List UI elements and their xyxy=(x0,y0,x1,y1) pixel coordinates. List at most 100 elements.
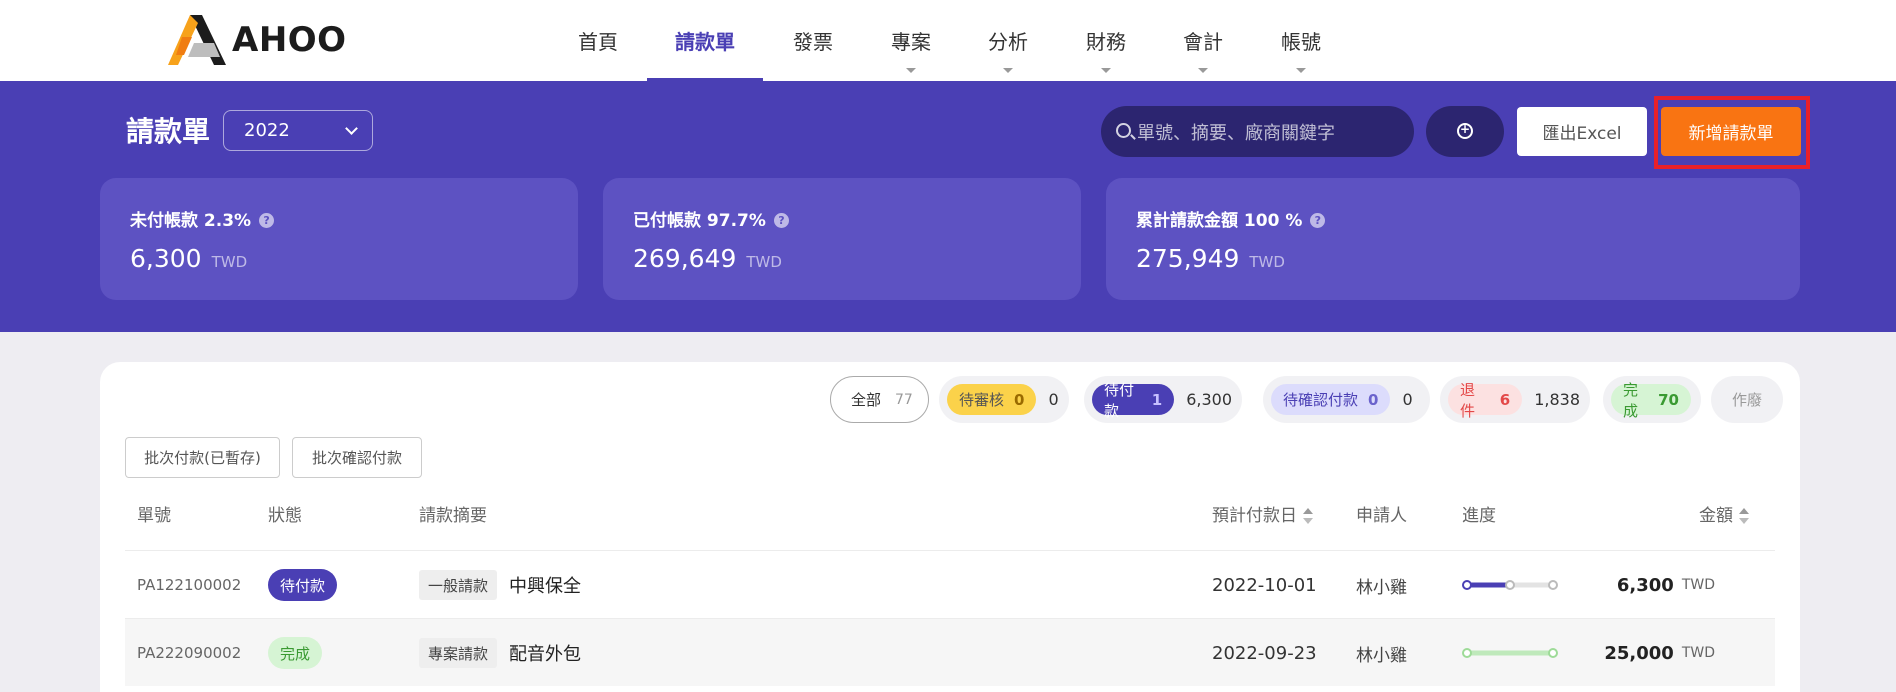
table-row[interactable]: PA122100002 待付款 一般請款 中興保全 2022-10-01 林小雞… xyxy=(125,550,1775,618)
search-input[interactable]: 單號、摘要、廠商關鍵字 xyxy=(1101,106,1414,157)
stat-label-text: 未付帳款 2.3% xyxy=(130,211,252,231)
sort-icon xyxy=(1739,508,1749,524)
filter-count: 6 xyxy=(1499,390,1511,409)
row-summary: 一般請款 中興保全 xyxy=(419,551,581,619)
chevron-down-icon xyxy=(345,122,358,135)
category-tag: 專案請款 xyxy=(419,638,498,668)
row-status: 待付款 xyxy=(268,551,338,619)
nav-account-label: 帳號 xyxy=(1281,30,1321,54)
stat-label: 累計請款金額 100 %? xyxy=(1136,206,1326,231)
filter-amount: 6,300 xyxy=(1186,390,1232,409)
caret-down-icon xyxy=(1198,68,1208,73)
summary-text: 配音外包 xyxy=(509,644,582,665)
table-row[interactable]: PA222090002 完成 專案請款 配音外包 2022-09-23 林小雞 … xyxy=(125,618,1775,686)
nav-analysis-label: 分析 xyxy=(988,30,1028,54)
filter-pending-payment-pill: 待付款 1 xyxy=(1092,381,1175,420)
top-navbar: AHOO 首頁 請款單 發票 專案 分析 財務 會計 帳號 xyxy=(0,0,1896,81)
column-header-progress: 進度 xyxy=(1462,506,1496,526)
filter-pending-confirm-pill: 待確認付款 0 xyxy=(1271,384,1391,415)
amount-unit: TWD xyxy=(1681,645,1715,661)
amount-value: 6,300 xyxy=(1616,574,1674,596)
nav-account[interactable]: 帳號 xyxy=(1243,0,1359,81)
brand-name: AHOO xyxy=(232,20,347,60)
column-header-status: 狀態 xyxy=(268,506,302,526)
filter-done-pill: 完成 70 xyxy=(1611,381,1691,420)
filter-returned[interactable]: 退件 6 1,838 xyxy=(1440,376,1590,423)
stat-value: 6,300 TWD xyxy=(130,244,247,273)
page-title: 請款單 xyxy=(126,115,211,148)
row-due-date: 2022-09-23 xyxy=(1212,642,1317,664)
row-applicant: 林小雞 xyxy=(1356,577,1407,598)
search-icon xyxy=(1116,123,1131,138)
column-header-applicant: 申請人 xyxy=(1356,506,1407,526)
help-icon[interactable]: ? xyxy=(1310,213,1326,228)
stat-unit: TWD xyxy=(746,253,782,271)
filter-pending-review[interactable]: 待審核 0 0 xyxy=(939,376,1069,423)
stat-value: 275,949 TWD xyxy=(1136,244,1285,273)
filter-all-count: 77 xyxy=(895,391,913,408)
row-id[interactable]: PA222090002 xyxy=(137,619,241,687)
stat-card-paid: 已付帳款 97.7%? 269,649 TWD xyxy=(603,178,1081,300)
caret-down-icon xyxy=(1003,68,1013,73)
nav-home[interactable]: 首頁 xyxy=(540,0,656,81)
nav-payment-requests-label: 請款單 xyxy=(675,30,735,54)
row-due-date: 2022-10-01 xyxy=(1212,574,1317,596)
brand-logo[interactable]: AHOO xyxy=(168,14,347,66)
filter-label: 待確認付款 xyxy=(1283,391,1359,409)
status-badge: 待付款 xyxy=(268,569,338,601)
column-header-summary: 請款摘要 xyxy=(419,506,487,526)
year-select-value: 2022 xyxy=(244,120,290,141)
filter-all-label: 全部 xyxy=(851,391,882,409)
filter-count: 0 xyxy=(1014,390,1025,409)
stat-label-text: 已付帳款 97.7% xyxy=(633,211,766,231)
nav-payment-requests[interactable]: 請款單 xyxy=(647,0,763,81)
stat-label-text: 累計請款金額 100 % xyxy=(1136,211,1303,231)
filter-amount: 1,838 xyxy=(1534,390,1580,409)
stat-card-unpaid: 未付帳款 2.3%? 6,300 TWD xyxy=(100,178,578,300)
stat-label: 未付帳款 2.3%? xyxy=(130,206,275,231)
filter-count: 1 xyxy=(1151,390,1163,409)
filter-pending-review-pill: 待審核 0 xyxy=(947,384,1037,415)
row-summary: 專案請款 配音外包 xyxy=(419,619,581,687)
row-amount: 6,300 TWD xyxy=(1545,551,1715,619)
stat-card-total: 累計請款金額 100 %? 275,949 TWD xyxy=(1106,178,1800,300)
stat-amount: 269,649 xyxy=(633,244,737,273)
search-placeholder: 單號、摘要、廠商關鍵字 xyxy=(1137,122,1335,144)
filter-returned-pill: 退件 6 xyxy=(1448,381,1523,420)
row-status: 完成 xyxy=(268,619,323,687)
help-icon[interactable]: ? xyxy=(773,213,789,228)
status-badge: 完成 xyxy=(268,637,323,669)
new-payment-request-button[interactable]: 新增請款單 xyxy=(1661,107,1801,156)
category-tag: 一般請款 xyxy=(419,570,498,600)
help-icon[interactable]: ? xyxy=(259,213,275,228)
nav-finance-label: 財務 xyxy=(1086,30,1126,54)
column-header-id: 單號 xyxy=(137,506,171,526)
filter-pending-payment[interactable]: 待付款 1 6,300 xyxy=(1084,376,1242,423)
row-amount: 25,000 TWD xyxy=(1545,619,1715,687)
row-applicant: 林小雞 xyxy=(1356,645,1407,666)
stat-amount: 275,949 xyxy=(1136,244,1240,273)
batch-pay-button[interactable]: 批次付款(已暫存) xyxy=(125,437,280,478)
caret-down-icon xyxy=(906,68,916,73)
filter-done[interactable]: 完成 70 xyxy=(1603,376,1701,423)
row-id[interactable]: PA122100002 xyxy=(137,551,241,619)
filter-void-label: 作廢 xyxy=(1731,391,1762,409)
year-select[interactable]: 2022 xyxy=(223,110,373,151)
search-button[interactable] xyxy=(1426,106,1504,157)
nav-accounting-label: 會計 xyxy=(1183,30,1223,54)
filter-label: 退件 xyxy=(1460,380,1476,420)
batch-confirm-button[interactable]: 批次確認付款 xyxy=(292,437,422,478)
caret-down-icon xyxy=(1296,68,1306,73)
filter-void[interactable]: 作廢 xyxy=(1711,376,1783,423)
filter-amount: 0 xyxy=(1402,390,1413,409)
column-header-amount[interactable]: 金額 xyxy=(1699,501,1749,526)
filter-all[interactable]: 全部 77 xyxy=(830,376,929,423)
zoom-in-icon xyxy=(1457,122,1473,139)
amount-value: 25,000 xyxy=(1604,642,1674,664)
filter-count: 70 xyxy=(1658,390,1679,409)
column-header-due-date[interactable]: 預計付款日 xyxy=(1212,501,1313,526)
filter-pending-confirm[interactable]: 待確認付款 0 0 xyxy=(1263,376,1430,423)
summary-text: 中興保全 xyxy=(509,576,582,597)
stat-amount: 6,300 xyxy=(130,244,202,273)
export-excel-button[interactable]: 匯出Excel xyxy=(1517,107,1647,156)
